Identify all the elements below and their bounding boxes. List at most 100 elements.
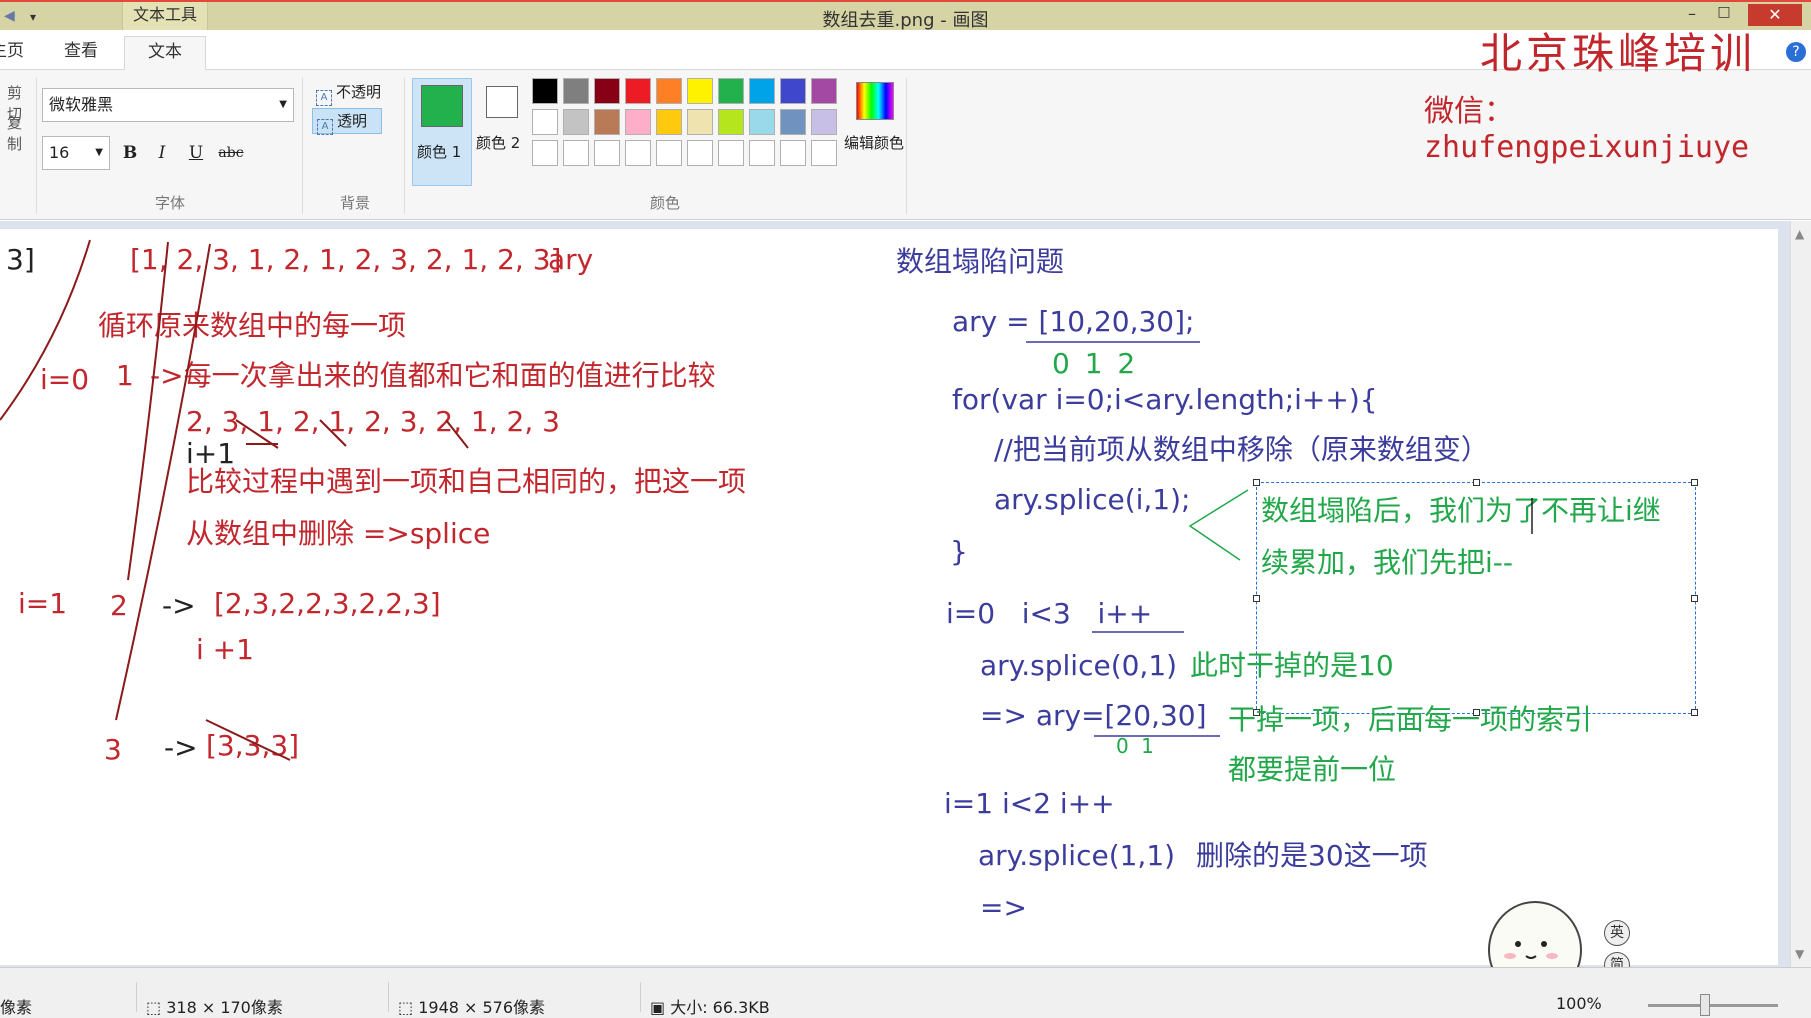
color1-button[interactable]: 颜色 1 [412, 78, 472, 186]
transparent-option[interactable]: A 透明 [312, 108, 382, 135]
font-family-value: 微软雅黑 [49, 95, 114, 114]
splice-call-1: ary.splice(1,1) [978, 839, 1176, 872]
palette-swatch[interactable] [532, 140, 558, 166]
palette-swatch[interactable] [563, 109, 589, 135]
copy-button[interactable]: 复制 [0, 112, 22, 154]
image-size-value: 1948 × 576像素 [418, 998, 546, 1017]
compare-process-note: 比较过程中遇到一项和自己相同的，把这一项 [186, 465, 747, 498]
edit-colors-icon[interactable] [856, 82, 894, 120]
background-group-label: 背景 [339, 194, 370, 212]
palette-swatch[interactable] [749, 109, 775, 135]
resize-handle[interactable] [1691, 709, 1698, 716]
ime-english-button[interactable]: 英 [1604, 920, 1630, 946]
resize-handle[interactable] [1253, 479, 1260, 486]
for-loop: for(var i=0;i<ary.length;i++){ [952, 383, 1378, 416]
close-button[interactable]: ✕ [1748, 4, 1802, 26]
palette-swatch[interactable] [718, 109, 744, 135]
iteration-0: i=0 i<3 i++ [946, 597, 1153, 630]
image-size-icon: ⬚ [398, 998, 419, 1017]
array-three: [3,3,3] [206, 729, 300, 762]
palette-swatch[interactable] [656, 140, 682, 166]
divider [906, 78, 907, 214]
palette-swatch[interactable] [718, 140, 744, 166]
palette-swatch[interactable] [656, 78, 682, 104]
edit-colors-button[interactable]: 编辑颜色 [844, 132, 904, 153]
palette-swatch[interactable] [749, 140, 775, 166]
result-1: => [980, 891, 1027, 924]
note-line-2[interactable]: 续累加，我们先把i-- [1261, 549, 1513, 577]
image-size: ⬚ 1948 × 576像素 [398, 994, 545, 1018]
font-size-select[interactable]: 16 ▼ [42, 136, 110, 170]
selection-size: ⬚ 318 × 170像素 [146, 994, 283, 1018]
ary-label: ary [548, 243, 594, 276]
zoom-slider[interactable] [1648, 1004, 1778, 1007]
italic-button[interactable]: I [150, 140, 174, 166]
color2-label: 颜色 2 [476, 134, 521, 152]
palette-swatch[interactable] [594, 109, 620, 135]
palette-swatch[interactable] [625, 109, 651, 135]
font-family-select[interactable]: 微软雅黑 ▼ [42, 88, 294, 122]
note-line-1[interactable]: 数组塌陷后，我们为了不再让i继 [1261, 497, 1661, 525]
color1-label: 颜色 1 [417, 143, 462, 161]
palette-swatch[interactable] [811, 78, 837, 104]
resize-handle[interactable] [1473, 479, 1480, 486]
palette-swatch[interactable] [780, 109, 806, 135]
resize-handle[interactable] [1253, 595, 1260, 602]
palette-swatch[interactable] [594, 78, 620, 104]
divider [136, 982, 137, 1012]
palette-swatch[interactable] [625, 140, 651, 166]
value-two: 2 [110, 589, 128, 622]
color1-swatch [421, 85, 463, 127]
palette-swatch[interactable] [811, 140, 837, 166]
file-size: ▣ 大小: 66.3KB [650, 994, 770, 1018]
transparent-label: 透明 [337, 112, 368, 130]
font-group-label: 字体 [154, 194, 185, 212]
font-size-value: 16 [49, 143, 70, 162]
zoom-slider-thumb[interactable] [1700, 994, 1710, 1016]
selection-size-value: 318 × 170像素 [166, 998, 283, 1017]
vertical-scrollbar[interactable]: ▲ ▼ [1790, 221, 1811, 967]
underline-button[interactable]: U [184, 140, 208, 166]
palette-swatch[interactable] [594, 140, 620, 166]
strikethrough-button[interactable]: abc [216, 140, 246, 166]
array-declaration: ary = [10,20,30]; [952, 305, 1195, 338]
divider [36, 78, 37, 214]
i-plus-1-label-b: i +1 [196, 633, 254, 666]
color2-button[interactable] [486, 86, 518, 118]
palette-swatch[interactable] [532, 78, 558, 104]
divider [404, 78, 405, 214]
delete-note: 从数组中删除 =>splice [186, 517, 491, 550]
palette-swatch[interactable] [687, 78, 713, 104]
scroll-down-icon[interactable]: ▼ [1795, 947, 1804, 961]
palette-swatch[interactable] [780, 140, 806, 166]
palette-swatch[interactable] [563, 78, 589, 104]
tab-view[interactable]: 查看 [50, 36, 112, 70]
value-one: 1 [116, 359, 134, 392]
opaque-label: 不透明 [336, 83, 382, 101]
palette-swatch[interactable] [749, 78, 775, 104]
palette-swatch[interactable] [687, 109, 713, 135]
palette-swatch[interactable] [687, 140, 713, 166]
bold-button[interactable]: B [118, 140, 142, 166]
palette-swatch[interactable] [780, 78, 806, 104]
help-icon[interactable]: ? [1786, 42, 1806, 62]
tab-text[interactable]: 文本 [124, 36, 206, 70]
palette-swatch[interactable] [532, 109, 558, 135]
opaque-option[interactable]: A 不透明 [312, 80, 382, 106]
resize-handle[interactable] [1691, 479, 1698, 486]
arrow-two: -> [162, 589, 196, 622]
chevron-down-icon: ▼ [279, 99, 287, 110]
scroll-up-icon[interactable]: ▲ [1795, 227, 1804, 241]
palette-swatch[interactable] [811, 109, 837, 135]
tab-home[interactable]: 主页 [0, 36, 30, 70]
palette-swatch[interactable] [718, 78, 744, 104]
resize-handle[interactable] [1691, 595, 1698, 602]
palette-swatch[interactable] [656, 109, 682, 135]
index-labels-2: 0 1 [1116, 734, 1154, 758]
status-bar: 像素 ⬚ 318 × 170像素 ⬚ 1948 × 576像素 ▣ 大小: 66… [0, 967, 1811, 1018]
palette-swatch[interactable] [563, 140, 589, 166]
file-size-value: 大小: 66.3KB [670, 998, 770, 1017]
palette-swatch[interactable] [625, 78, 651, 104]
remaining-items: 2, 3, 1, 2, 1, 2, 3, 2, 1, 2, 3 [186, 405, 560, 438]
wechat-watermark: 微信：zhufengpeixunjiuye [1424, 94, 1750, 165]
